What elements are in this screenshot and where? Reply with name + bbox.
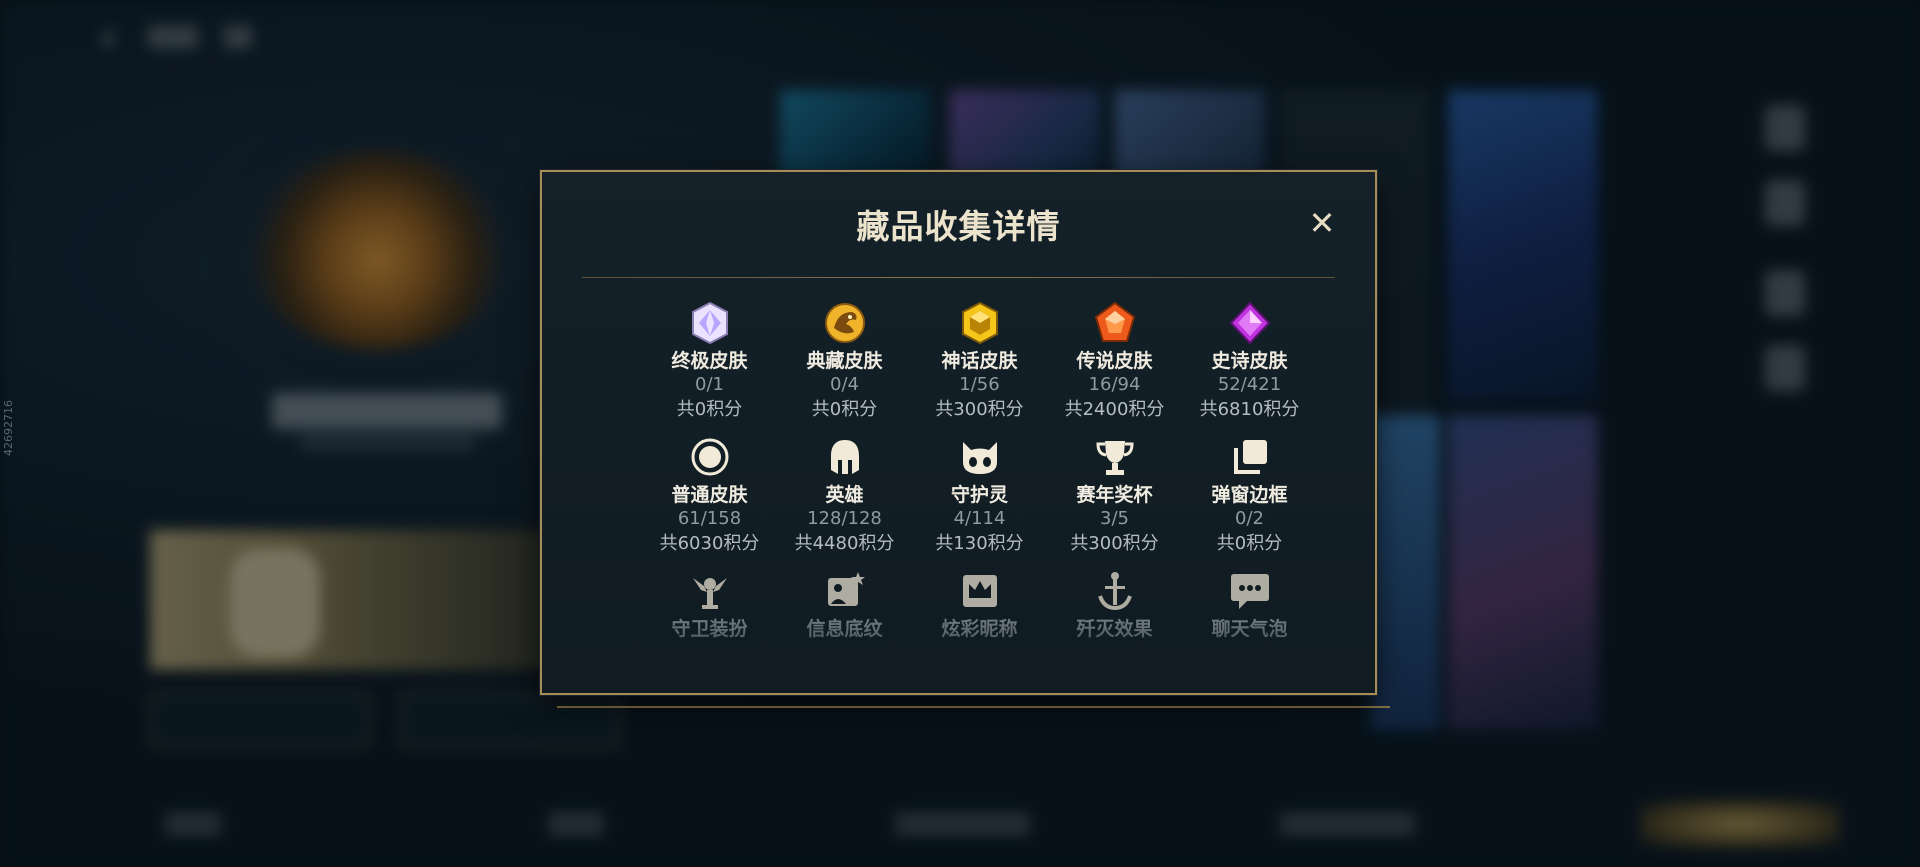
collection-item[interactable]: 聊天气泡 bbox=[1182, 568, 1317, 692]
item-count: 16/94 bbox=[1088, 374, 1141, 395]
item-points: 共0积分 bbox=[1216, 533, 1283, 554]
item-points: 共300积分 bbox=[935, 399, 1024, 420]
item-name: 神话皮肤 bbox=[941, 350, 1018, 372]
item-name: 史诗皮肤 bbox=[1211, 350, 1288, 372]
guardian-icon bbox=[962, 442, 997, 474]
collection-item[interactable]: 赛年奖杯 3/5 共300积分 bbox=[1047, 434, 1182, 558]
item-points: 共130积分 bbox=[935, 533, 1024, 554]
item-name: 终极皮肤 bbox=[671, 350, 748, 372]
collection-item[interactable]: 史诗皮肤 52/421 共6810积分 bbox=[1182, 300, 1317, 424]
collection-item[interactable]: 传说皮肤 16/94 共2400积分 bbox=[1047, 300, 1182, 424]
collection-grid: 终极皮肤 0/1 共0积分 典藏皮肤 0/4 共0积分 神话皮肤 1/56 共3… bbox=[642, 300, 1317, 692]
nickname-crown-icon bbox=[962, 575, 997, 607]
item-points: 共300积分 bbox=[1070, 533, 1159, 554]
collection-details-dialog: 藏品收集详情 ✕ 终极皮肤 0/1 共0积分 典藏皮肤 0/4 共0积分 神话皮… bbox=[540, 170, 1377, 695]
item-count: 61/158 bbox=[677, 508, 742, 529]
item-name: 守护灵 bbox=[950, 484, 1008, 506]
epic-skin-icon bbox=[1229, 301, 1270, 345]
chat-bubble-icon bbox=[1230, 574, 1269, 609]
prestige-skin-icon bbox=[824, 303, 865, 343]
collection-item[interactable]: 神话皮肤 1/56 共300积分 bbox=[912, 300, 1047, 424]
item-points: 共4480积分 bbox=[794, 533, 895, 554]
collection-item[interactable]: 终极皮肤 0/1 共0积分 bbox=[642, 300, 777, 424]
item-name: 典藏皮肤 bbox=[806, 350, 883, 372]
item-name: 英雄 bbox=[825, 484, 864, 506]
mythic-skin-icon bbox=[961, 301, 998, 345]
item-points: 共0积分 bbox=[811, 399, 878, 420]
popup-frame-icon bbox=[1233, 440, 1267, 474]
standard-skin-icon bbox=[691, 438, 728, 476]
collection-item[interactable]: 普通皮肤 61/158 共6030积分 bbox=[642, 434, 777, 558]
champion-helmet-icon bbox=[830, 440, 859, 474]
item-count: 1/56 bbox=[959, 374, 1000, 395]
item-points: 共2400积分 bbox=[1064, 399, 1165, 420]
item-name: 弹窗边框 bbox=[1211, 484, 1288, 506]
item-count: 0/4 bbox=[830, 374, 859, 395]
item-name: 普通皮肤 bbox=[671, 484, 748, 506]
item-name: 歼灭效果 bbox=[1076, 618, 1153, 640]
legendary-skin-icon bbox=[1094, 301, 1135, 342]
dialog-title: 藏品收集详情 bbox=[856, 207, 1061, 246]
item-points: 共6030积分 bbox=[659, 533, 760, 554]
collection-item[interactable]: 典藏皮肤 0/4 共0积分 bbox=[777, 300, 912, 424]
item-name: 守卫装扮 bbox=[671, 618, 748, 640]
collection-item[interactable]: 守卫装扮 bbox=[642, 568, 777, 692]
trophy-icon bbox=[1095, 441, 1134, 475]
item-count: 4/114 bbox=[953, 508, 1006, 529]
item-count: 3/5 bbox=[1100, 508, 1129, 529]
collection-item[interactable]: 炫彩昵称 bbox=[912, 568, 1047, 692]
item-name: 炫彩昵称 bbox=[941, 618, 1018, 640]
title-divider bbox=[582, 277, 1335, 278]
close-icon[interactable]: ✕ bbox=[1305, 206, 1339, 240]
item-name: 信息底纹 bbox=[806, 618, 883, 640]
item-points: 共0积分 bbox=[676, 399, 743, 420]
item-name: 传说皮肤 bbox=[1076, 350, 1153, 372]
item-count: 0/2 bbox=[1235, 508, 1264, 529]
collection-item[interactable]: 弹窗边框 0/2 共0积分 bbox=[1182, 434, 1317, 558]
collection-item[interactable]: 信息底纹 bbox=[777, 568, 912, 692]
item-name: 聊天气泡 bbox=[1211, 618, 1288, 640]
kill-effect-icon bbox=[1097, 572, 1132, 611]
item-count: 0/1 bbox=[695, 374, 724, 395]
item-count: 128/128 bbox=[807, 508, 882, 529]
item-points: 共6810积分 bbox=[1199, 399, 1300, 420]
side-id-tag: 42692716 bbox=[2, 400, 15, 456]
ultimate-skin-icon bbox=[691, 301, 728, 345]
banner-pattern-icon bbox=[827, 572, 865, 606]
ward-skin-icon bbox=[692, 578, 727, 609]
item-name: 赛年奖杯 bbox=[1076, 484, 1153, 506]
collection-item[interactable]: 歼灭效果 bbox=[1047, 568, 1182, 692]
item-count: 52/421 bbox=[1217, 374, 1282, 395]
collection-item[interactable]: 守护灵 4/114 共130积分 bbox=[912, 434, 1047, 558]
collection-item[interactable]: 英雄 128/128 共4480积分 bbox=[777, 434, 912, 558]
